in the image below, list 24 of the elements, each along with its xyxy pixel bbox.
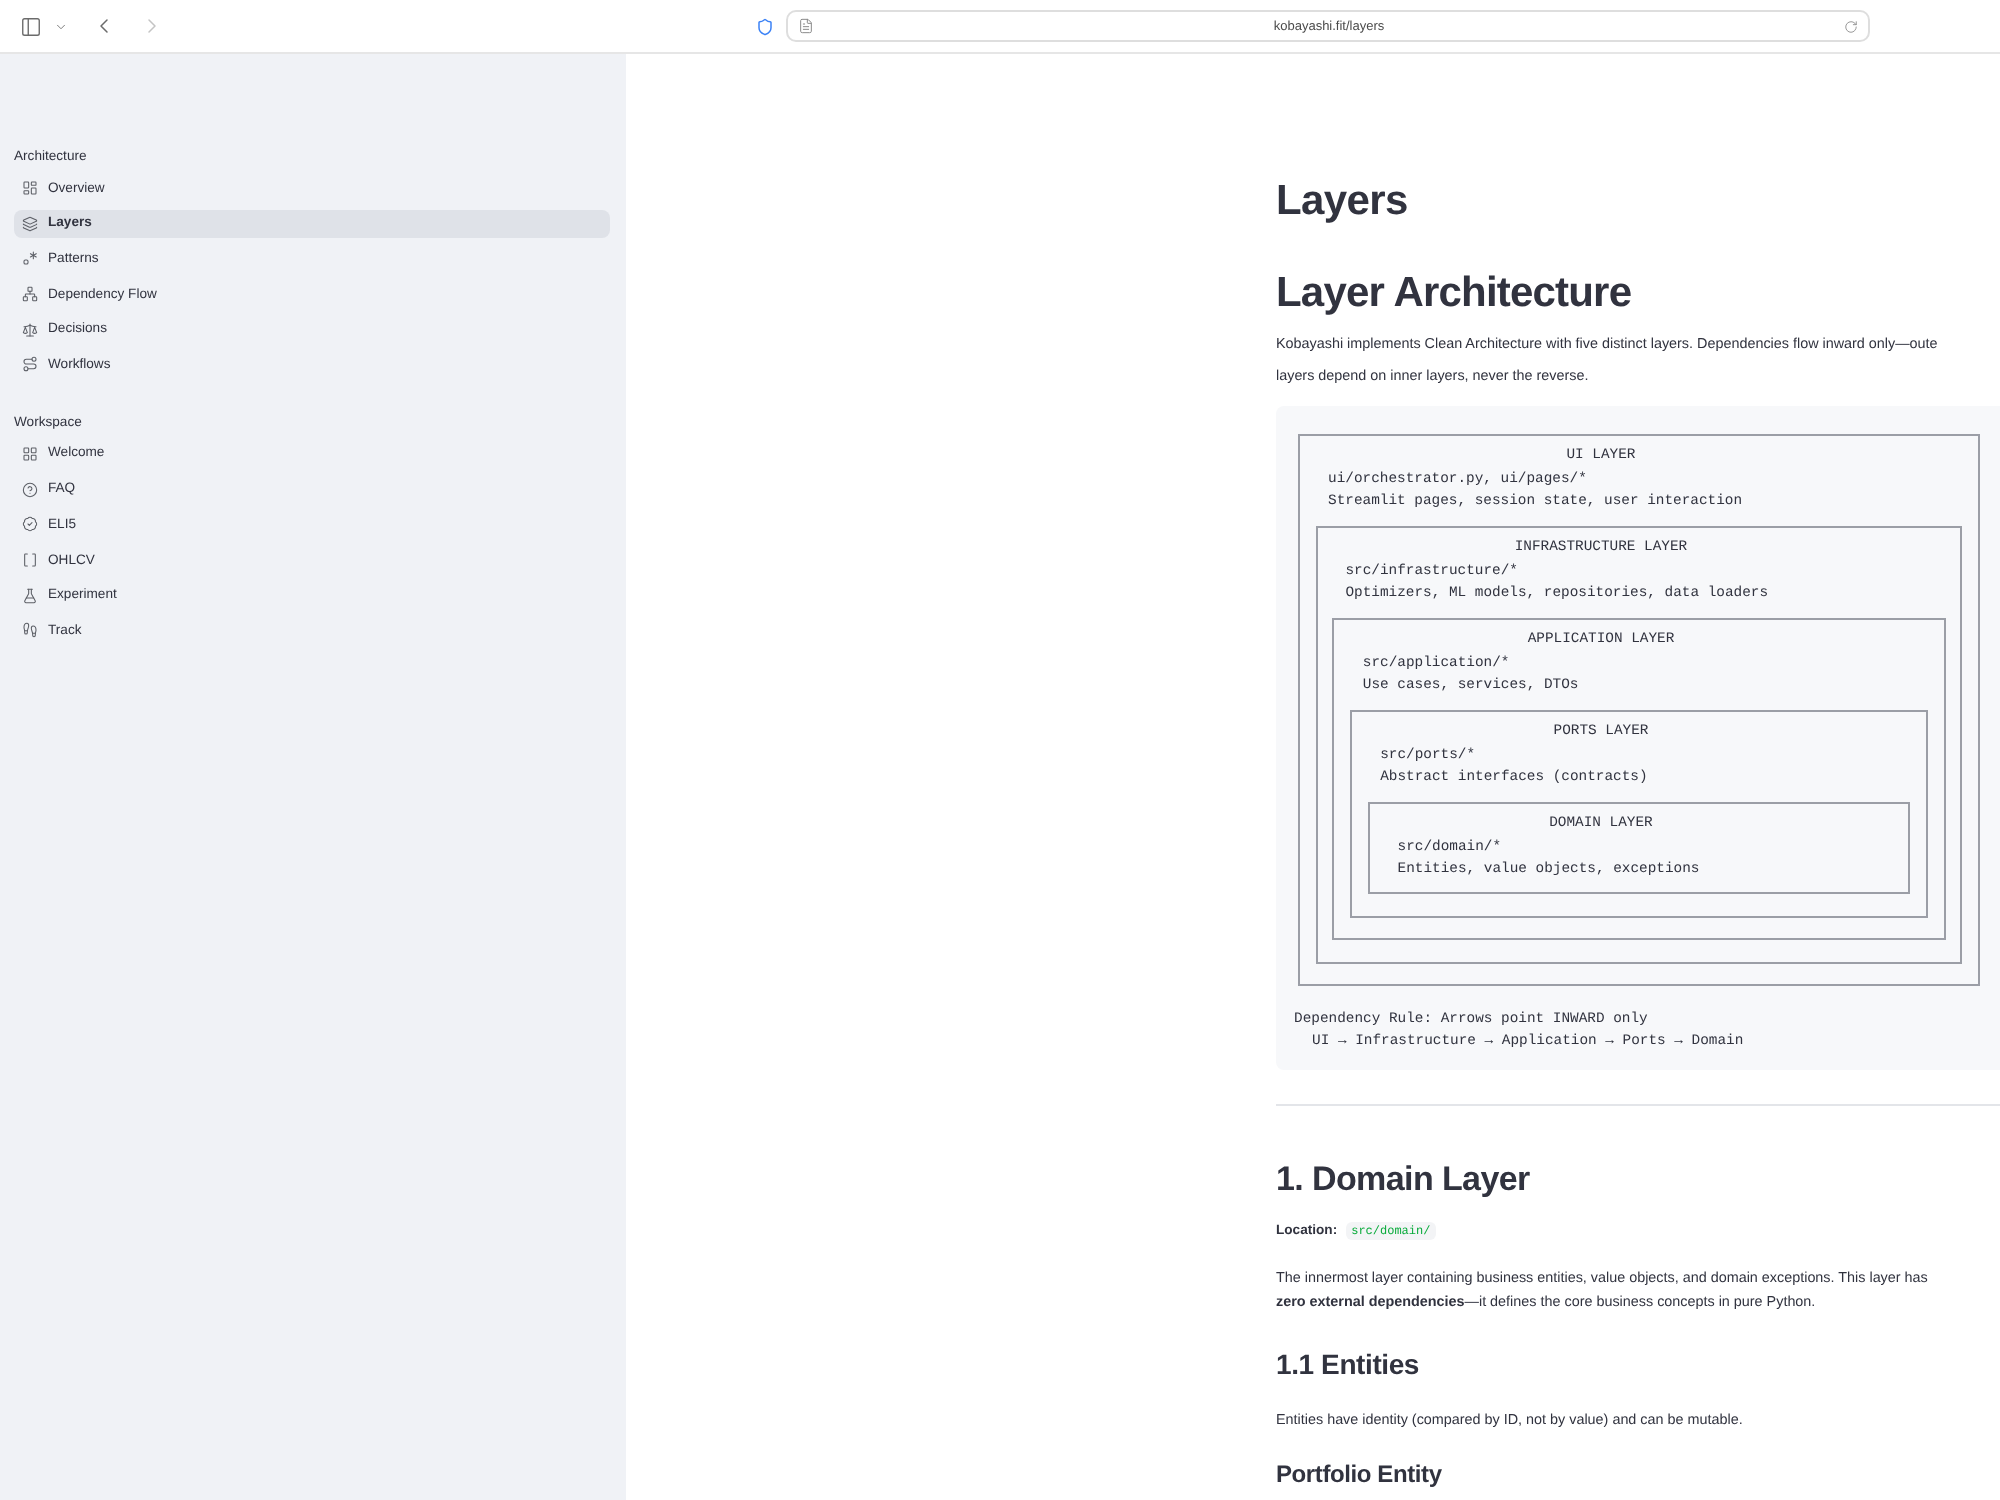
regex-icon	[22, 250, 38, 267]
entity-heading: Portfolio Entity	[1276, 1457, 1442, 1489]
chevron-down-icon	[54, 19, 68, 33]
brackets-icon	[22, 552, 38, 568]
network-icon	[22, 286, 38, 303]
section-heading: Layer Architecture	[1276, 268, 1632, 320]
layers-icon	[22, 215, 38, 232]
reload-icon[interactable]	[1844, 19, 1858, 33]
page-icon	[798, 18, 814, 34]
badge-icon	[22, 516, 38, 533]
route-icon	[22, 356, 38, 373]
footprints-icon	[22, 622, 38, 639]
shield-icon[interactable]	[756, 17, 774, 35]
flask-icon	[22, 587, 38, 604]
scale-icon	[22, 321, 38, 338]
sidebar-toggle-button[interactable]	[20, 15, 42, 37]
sidebar-icon	[20, 15, 42, 37]
section-heading: 1. Domain Layer	[1276, 1157, 1530, 1201]
dropdown-button[interactable]	[54, 19, 68, 33]
subsection-heading: 1.1 Entities	[1276, 1345, 1420, 1381]
dashboard-icon	[22, 180, 38, 196]
grid-icon	[22, 445, 38, 462]
page-title: Layers	[1276, 176, 1408, 228]
help-icon	[22, 481, 38, 498]
